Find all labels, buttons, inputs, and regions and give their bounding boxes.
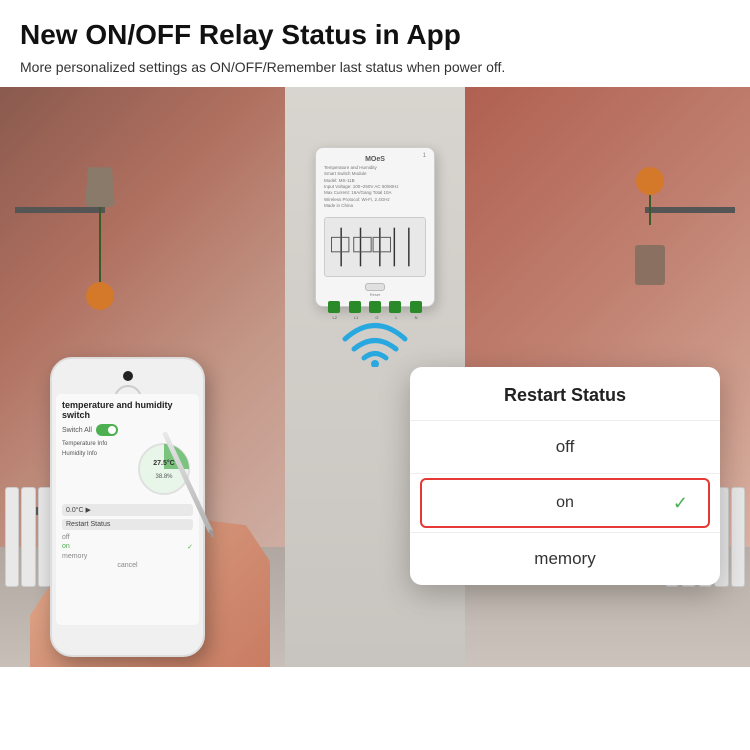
header-section: New ON/OFF Relay Status in App More pers… [0, 0, 750, 87]
popup-option-memory[interactable]: memory [410, 532, 720, 585]
svg-text:27.5°C: 27.5°C [153, 459, 174, 467]
device-terminals [324, 301, 426, 313]
phone-restart-options: off on✓ memory cancel [62, 533, 193, 570]
device-circuit-diagram [324, 217, 426, 277]
phone-option-on[interactable]: on✓ [62, 542, 193, 552]
flower-head-right [636, 167, 664, 195]
reset-label: Reset [324, 292, 426, 297]
plant-right [630, 167, 670, 227]
humidity-field: Restart Status [62, 519, 193, 530]
page-title: New ON/OFF Relay Status in App [20, 18, 730, 52]
app-screen: temperature and humidity switch Switch A… [56, 394, 199, 625]
flower-stem-right [649, 195, 651, 225]
phone-container: temperature and humidity switch Switch A… [30, 307, 230, 667]
restart-status-popup: Restart Status off on ✓ memory [410, 367, 720, 585]
device-reset-button[interactable] [365, 283, 385, 291]
flower-stem-left [99, 207, 101, 287]
terminal-1 [328, 301, 340, 313]
terminal-5 [410, 301, 422, 313]
device-model-line7: Made in China [324, 203, 426, 209]
svg-text:38.8%: 38.8% [155, 474, 173, 480]
device-brand: MOeS [324, 156, 426, 163]
popup-option-on[interactable]: on ✓ [420, 478, 710, 528]
wifi-icon [340, 317, 410, 367]
smart-switch-device: MOeS Temperature and Humidity Smart Swit… [315, 147, 435, 307]
terminal-label-5: N [415, 315, 418, 320]
temperature-field: 0.0°C ▶ [62, 504, 193, 516]
device-info: Temperature and Humidity Smart Switch Mo… [324, 165, 426, 209]
popup-option-on-wrapper[interactable]: on ✓ [410, 474, 720, 532]
toggle-knob [108, 426, 116, 434]
phone-option-off[interactable]: off [62, 533, 193, 542]
popup-option-off[interactable]: off [410, 421, 720, 474]
phone-option-memory[interactable]: memory [62, 552, 193, 561]
phone-body: temperature and humidity switch Switch A… [50, 357, 205, 657]
check-icon: ✓ [673, 493, 688, 514]
rad-section [5, 487, 19, 587]
phone-camera [123, 371, 133, 381]
device-number: 1 [423, 153, 426, 159]
terminal-label-1: L2 [332, 315, 336, 320]
switch-all-label: Switch All [62, 427, 92, 434]
popup-on-label: on [556, 494, 574, 512]
flower-head-left [86, 282, 114, 310]
page-subtitle: More personalized settings as ON/OFF/Rem… [20, 58, 730, 78]
plant-left [60, 167, 140, 287]
phone-cancel[interactable]: cancel [62, 561, 193, 570]
main-image-area: MOeS Temperature and Humidity Smart Swit… [0, 87, 750, 667]
vase-body-right [635, 245, 665, 285]
terminal-2 [349, 301, 361, 313]
popup-title: Restart Status [410, 367, 720, 421]
terminal-4 [389, 301, 401, 313]
toggle-switch[interactable] [96, 424, 118, 436]
terminal-3 [369, 301, 381, 313]
phone-screen: temperature and humidity switch Switch A… [56, 394, 199, 625]
rad-section [731, 487, 745, 587]
app-title: temperature and humidity switch [62, 400, 193, 420]
flower-vase-left [85, 167, 115, 207]
